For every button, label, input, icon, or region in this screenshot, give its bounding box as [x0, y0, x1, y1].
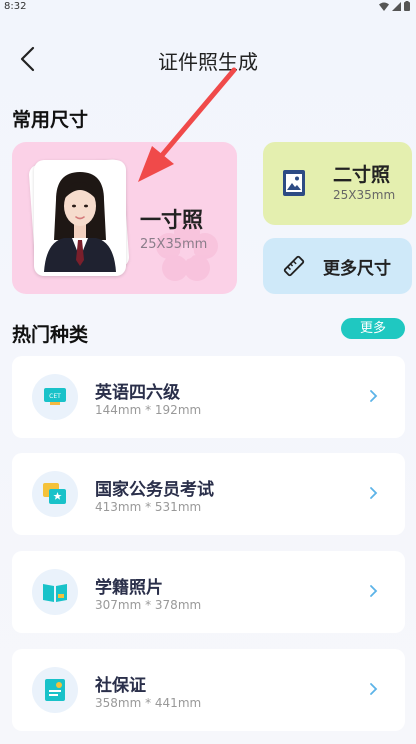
one-inch-card[interactable]: 一寸照 25X35mm — [12, 142, 237, 294]
header: 证件照生成 — [0, 40, 416, 80]
two-inch-card[interactable]: 二寸照 25X35mm — [263, 142, 412, 225]
social-security-card-icon — [45, 679, 65, 701]
list-item-dim: 413mm * 531mm — [95, 500, 202, 514]
one-inch-dim: 25X35mm — [140, 237, 208, 252]
status-icons — [379, 1, 410, 14]
id-photo-sample — [34, 160, 126, 276]
section-title-common: 常用尺寸 — [12, 109, 89, 131]
list-item-icon-wrap: CET — [32, 374, 78, 420]
chevron-right-icon — [370, 487, 378, 499]
signal-icon — [392, 1, 401, 14]
civil-service-icon — [43, 483, 66, 504]
list-item-student-record[interactable]: 学籍照片 307mm * 378mm — [12, 551, 405, 633]
list-item-icon-wrap — [32, 569, 78, 615]
list-item-dim: 307mm * 378mm — [95, 598, 202, 612]
cet-icon-label: CET — [49, 393, 61, 400]
list-item-dim: 144mm * 192mm — [95, 403, 202, 417]
section-title-hot: 热门种类 — [12, 324, 89, 346]
chevron-right-icon — [370, 683, 378, 695]
wifi-icon — [379, 2, 389, 14]
more-sizes-title: 更多尺寸 — [323, 259, 391, 279]
status-bar: 8:32 — [0, 0, 416, 14]
list-item-title: 社保证 — [95, 676, 146, 696]
two-inch-dim: 25X35mm — [333, 188, 396, 202]
one-inch-title: 一寸照 — [140, 208, 203, 232]
list-item-civil-service[interactable]: 国家公务员考试 413mm * 531mm — [12, 453, 405, 535]
image-icon — [283, 170, 305, 196]
list-item-title: 学籍照片 — [95, 578, 163, 598]
list-item-title: 英语四六级 — [95, 383, 180, 403]
chevron-right-icon — [370, 585, 378, 597]
more-button[interactable]: 更多 — [341, 318, 405, 339]
book-icon — [43, 584, 67, 602]
chevron-right-icon — [370, 390, 378, 402]
status-time: 8:32 — [4, 1, 27, 12]
list-item-title: 国家公务员考试 — [95, 480, 214, 500]
ruler-icon — [283, 255, 305, 277]
more-sizes-card[interactable]: 更多尺寸 — [263, 238, 412, 294]
list-item-dim: 358mm * 441mm — [95, 696, 202, 710]
battery-icon — [404, 1, 410, 14]
list-item-icon-wrap — [32, 667, 78, 713]
two-inch-title: 二寸照 — [333, 164, 391, 186]
list-item-icon-wrap — [32, 471, 78, 517]
list-item-cet[interactable]: CET 英语四六级 144mm * 192mm — [12, 356, 405, 438]
list-item-social-security[interactable]: 社保证 358mm * 441mm — [12, 649, 405, 731]
page-title: 证件照生成 — [158, 50, 258, 74]
cet-icon: CET — [44, 388, 66, 405]
